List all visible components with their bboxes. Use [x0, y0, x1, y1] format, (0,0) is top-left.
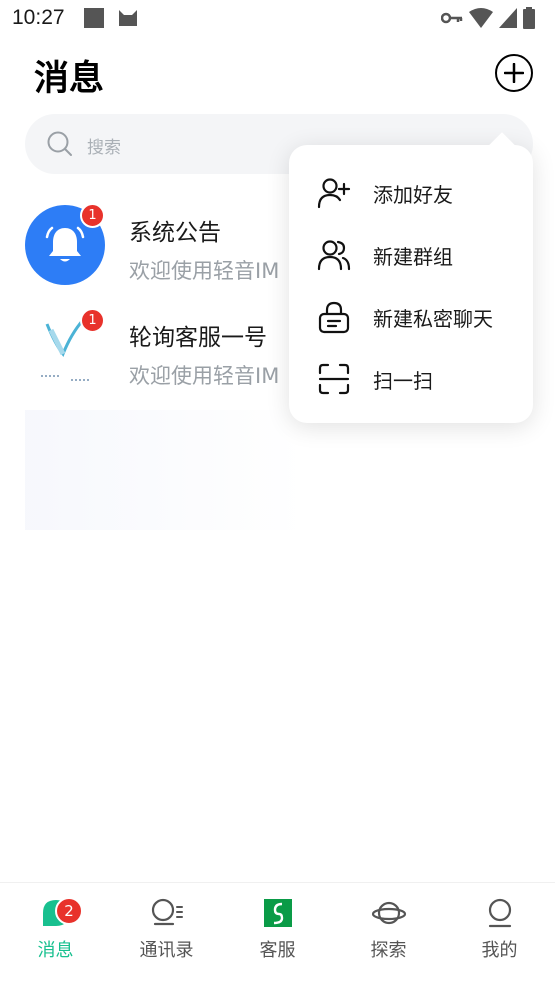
tab-contacts[interactable]: 通讯录 — [111, 883, 222, 981]
cat-icon — [119, 10, 137, 26]
page-title: 消息 — [34, 59, 105, 99]
menu-item-label: 新建私密聊天 — [373, 307, 493, 331]
tab-label: 探索 — [370, 940, 407, 961]
group-icon — [317, 240, 351, 271]
menu-item-label: 添加好友 — [373, 183, 453, 207]
search-icon — [47, 131, 72, 156]
search-placeholder: 搜索 — [87, 138, 121, 158]
unread-badge: 1 — [80, 308, 105, 333]
menu-item-private-chat[interactable]: 新建私密聊天 — [289, 285, 533, 347]
tab-label: 客服 — [259, 940, 296, 961]
menu-item-scan[interactable]: 扫一扫 — [289, 347, 533, 409]
notification-icon — [84, 8, 104, 28]
status-bar: 10:27 — [0, 0, 555, 36]
status-time: 10:27 — [12, 6, 65, 29]
conversation-preview: 欢迎使用轻音IM — [129, 364, 280, 388]
add-user-icon — [317, 178, 351, 209]
plus-icon — [504, 63, 524, 83]
tab-messages[interactable]: 2 消息 — [0, 883, 111, 981]
tab-profile[interactable]: 我的 — [444, 883, 555, 981]
conversation-preview: 欢迎使用轻音IM — [129, 259, 280, 283]
tab-label: 消息 — [37, 940, 74, 961]
wifi-icon — [469, 8, 493, 28]
tab-service[interactable]: 客服 — [222, 883, 333, 981]
contacts-icon — [151, 898, 183, 926]
unread-badge: 2 — [55, 897, 83, 925]
profile-icon — [488, 898, 512, 928]
conversation-title: 轮询客服一号 — [129, 325, 267, 351]
menu-item-label: 新建群组 — [373, 245, 453, 269]
planet-icon — [371, 901, 407, 925]
add-button[interactable] — [495, 54, 533, 92]
menu-item-add-friend[interactable]: 添加好友 — [289, 161, 533, 223]
status-indicators — [441, 7, 535, 29]
key-icon — [441, 12, 463, 24]
scan-icon — [318, 363, 350, 395]
menu-item-label: 扫一扫 — [373, 369, 433, 393]
tab-label: 我的 — [481, 940, 518, 961]
placeholder-card — [25, 410, 305, 530]
service-icon — [264, 899, 292, 927]
bottom-nav: 2 消息 通讯录 客服 探索 我的 — [0, 882, 555, 981]
battery-icon — [523, 7, 535, 29]
menu-item-new-group[interactable]: 新建群组 — [289, 223, 533, 285]
conversation-title: 系统公告 — [129, 220, 221, 246]
tab-label: 通讯录 — [139, 940, 194, 961]
unread-badge: 1 — [80, 203, 105, 228]
signal-icon — [499, 8, 517, 28]
lock-icon — [318, 301, 350, 334]
bell-icon — [45, 226, 85, 262]
tab-explore[interactable]: 探索 — [333, 883, 444, 981]
popup-menu: 添加好友 新建群组 新建私密聊天 扫一扫 — [289, 132, 533, 423]
